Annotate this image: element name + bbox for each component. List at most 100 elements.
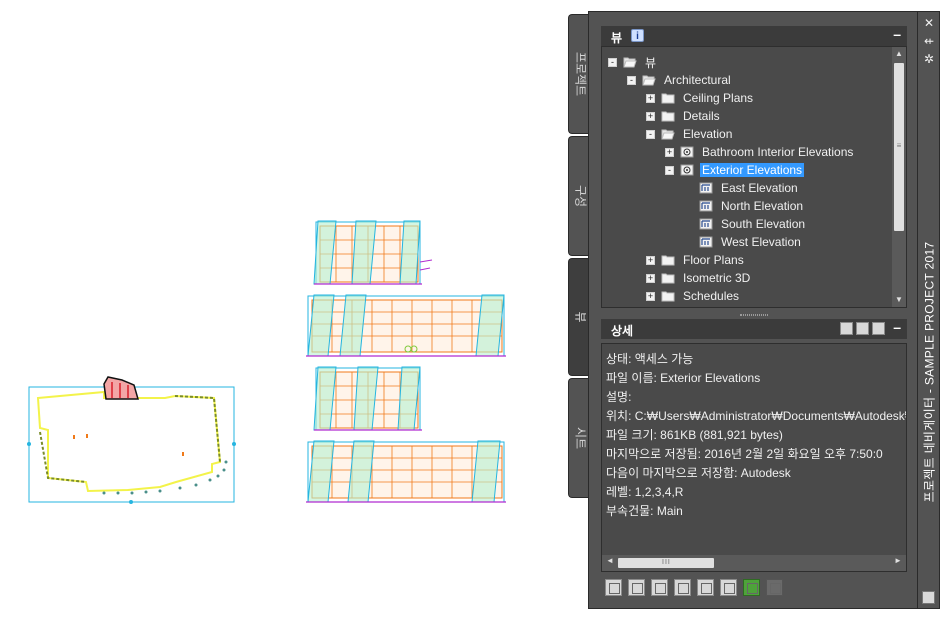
tree-item-label: Exterior Elevations bbox=[700, 163, 805, 177]
collapse-detail-button[interactable]: – bbox=[893, 319, 901, 335]
tree-item-label: East Elevation bbox=[721, 181, 798, 195]
tab-sheets-label: 시트 bbox=[573, 426, 587, 450]
tree-item[interactable]: - Architectural bbox=[627, 71, 733, 89]
detail-header-icons bbox=[840, 322, 885, 335]
tree-item-label: Details bbox=[683, 109, 720, 123]
expand-icon[interactable]: + bbox=[646, 255, 655, 265]
collapse-views-button[interactable]: – bbox=[893, 26, 901, 42]
tree-item[interactable]: + Schedules bbox=[646, 287, 741, 305]
folder-icon bbox=[661, 110, 675, 122]
views-tree[interactable]: - 뷰 - Architectural + Ceiling Plans + Details - E… bbox=[601, 46, 907, 308]
palette-title: 프로젝트 네비게이터 - SAMPLE PROJECT 2017 bbox=[918, 152, 940, 592]
tree-vertical-scrollbar[interactable]: ▲ ≡ ▼ bbox=[892, 47, 906, 307]
tree-item[interactable]: West Elevation bbox=[684, 233, 803, 251]
close-project-icon[interactable] bbox=[766, 578, 783, 596]
palette-title-text: 프로젝트 네비게이터 - SAMPLE PROJECT 2017 bbox=[922, 241, 937, 503]
expand-icon[interactable]: + bbox=[665, 147, 674, 157]
expand-icon[interactable]: + bbox=[646, 93, 655, 103]
detail-panel-header: 상세 – bbox=[601, 319, 907, 339]
collapse-icon[interactable]: - bbox=[665, 165, 674, 175]
east-elevation-drawing[interactable] bbox=[313, 220, 433, 285]
expand-icon[interactable]: + bbox=[646, 291, 655, 301]
tree-item[interactable]: + Ceiling Plans bbox=[646, 89, 755, 107]
refresh-icon[interactable] bbox=[743, 578, 760, 596]
preview-icon[interactable] bbox=[840, 322, 853, 335]
tree-item[interactable]: - Elevation bbox=[646, 125, 734, 143]
tree-item[interactable]: + Floor Plans bbox=[646, 251, 746, 269]
pin-icon[interactable]: ⇷ bbox=[921, 34, 937, 48]
info-icon[interactable]: i bbox=[631, 29, 644, 42]
new-view-icon[interactable] bbox=[605, 578, 622, 596]
folder-open-icon bbox=[661, 128, 675, 140]
panel-splitter[interactable] bbox=[601, 312, 907, 318]
detail-line: 상태: 액세스 가능 bbox=[606, 352, 694, 366]
tree-item-label: Schedules bbox=[683, 289, 740, 303]
tree-item-label: Bathroom Interior Elevations bbox=[702, 145, 854, 159]
north-elevation-drawing[interactable] bbox=[306, 294, 506, 357]
detail-line: 부속건물: Main bbox=[606, 504, 683, 518]
detail-panel: 상태: 액세스 가능파일 이름: Exterior Elevations 설명: 위… bbox=[601, 343, 907, 572]
close-icon[interactable]: ✕ bbox=[921, 16, 937, 30]
views-panel-header: 뷰 i – bbox=[601, 26, 907, 46]
repath-icon[interactable] bbox=[697, 578, 714, 596]
folder-icon bbox=[661, 272, 675, 284]
tree-item-label: South Elevation bbox=[721, 217, 806, 231]
tab-views-label: 뷰 bbox=[573, 311, 587, 323]
palette-body: 뷰 i – - 뷰 - Architectural + Ceiling Plans + Det… bbox=[588, 11, 918, 609]
detail-panel-title: 상세 bbox=[611, 324, 634, 338]
scroll-down-arrow-icon[interactable]: ▼ bbox=[892, 293, 906, 307]
scroll-right-arrow-icon[interactable]: ► bbox=[892, 556, 904, 565]
tree-item[interactable]: North Elevation bbox=[684, 197, 805, 215]
palette-menu-icon[interactable] bbox=[922, 591, 935, 604]
west-elevation-drawing[interactable] bbox=[306, 440, 506, 503]
floor-plan-drawing bbox=[27, 376, 236, 504]
clipboard-icon[interactable] bbox=[674, 578, 691, 596]
collapse-icon[interactable]: - bbox=[646, 129, 655, 139]
new-category-icon[interactable] bbox=[628, 578, 645, 596]
expand-icon[interactable]: + bbox=[646, 273, 655, 283]
regenerate-icon[interactable] bbox=[651, 578, 668, 596]
options-icon[interactable] bbox=[872, 322, 885, 335]
tree-item[interactable]: South Elevation bbox=[684, 215, 807, 233]
tree-item[interactable]: +Sections bbox=[646, 305, 731, 308]
detail-line: 파일 이름: Exterior Elevations bbox=[606, 371, 761, 385]
detail-view-icon[interactable] bbox=[856, 322, 869, 335]
tree-item[interactable]: -뷰 bbox=[608, 53, 658, 71]
collapse-icon[interactable]: - bbox=[627, 75, 636, 85]
detail-line: 위치: C:₩Users₩Administrator₩Documents₩Aut… bbox=[606, 409, 907, 423]
detail-line: 파일 크기: 861KB (881,921 bytes) bbox=[606, 428, 783, 442]
expand-icon[interactable]: + bbox=[646, 111, 655, 121]
tree-item-label: Sections bbox=[681, 307, 731, 308]
properties-icon[interactable] bbox=[720, 578, 737, 596]
tree-item-label: Elevation bbox=[683, 127, 733, 141]
palette-title-bar[interactable]: ✕ ⇷ ✲ 프로젝트 네비게이터 - SAMPLE PROJECT 2017 bbox=[918, 11, 940, 609]
folder-open-icon bbox=[623, 56, 637, 68]
folder-icon bbox=[661, 92, 675, 104]
tree-item-label: 뷰 bbox=[645, 55, 657, 70]
tree-item[interactable]: + Details bbox=[646, 107, 722, 125]
tree-item-label: Architectural bbox=[664, 73, 731, 87]
scroll-left-arrow-icon[interactable]: ◄ bbox=[604, 556, 616, 565]
settings-icon[interactable]: ✲ bbox=[921, 52, 937, 66]
tree-item[interactable]: East Elevation bbox=[684, 179, 800, 197]
detail-line: 마지막으로 저장됨: 2016년 2월 2일 화요일 오후 7:50:0 bbox=[606, 447, 883, 461]
project-navigator-palette: 프로젝트 구성 뷰 시트 뷰 i – - 뷰 - Architectural + Ceil… bbox=[566, 0, 946, 620]
south-elevation-drawing[interactable] bbox=[313, 366, 422, 431]
view-drawing-icon bbox=[699, 218, 713, 230]
detail-horizontal-scrollbar[interactable]: ◄ III ► bbox=[602, 555, 906, 571]
view-drawing-icon bbox=[699, 182, 713, 194]
drawing-canvas[interactable] bbox=[0, 0, 580, 620]
tree-item[interactable]: + Bathroom Interior Elevations bbox=[665, 143, 855, 161]
tree-item[interactable]: + Isometric 3D bbox=[646, 269, 752, 287]
view-drawing-icon bbox=[699, 200, 713, 212]
tree-item-label: Ceiling Plans bbox=[683, 91, 754, 105]
view-category-icon bbox=[680, 146, 694, 158]
scroll-up-arrow-icon[interactable]: ▲ bbox=[892, 47, 906, 61]
collapse-icon[interactable]: - bbox=[608, 57, 617, 67]
folder-icon bbox=[661, 290, 675, 302]
splitter-grip-icon bbox=[740, 314, 768, 316]
tree-item[interactable]: - Exterior Elevations bbox=[665, 161, 805, 179]
tab-project-label: 프로젝트 bbox=[573, 51, 587, 97]
detail-line: 설명: bbox=[606, 390, 632, 404]
folder-icon bbox=[661, 254, 675, 266]
